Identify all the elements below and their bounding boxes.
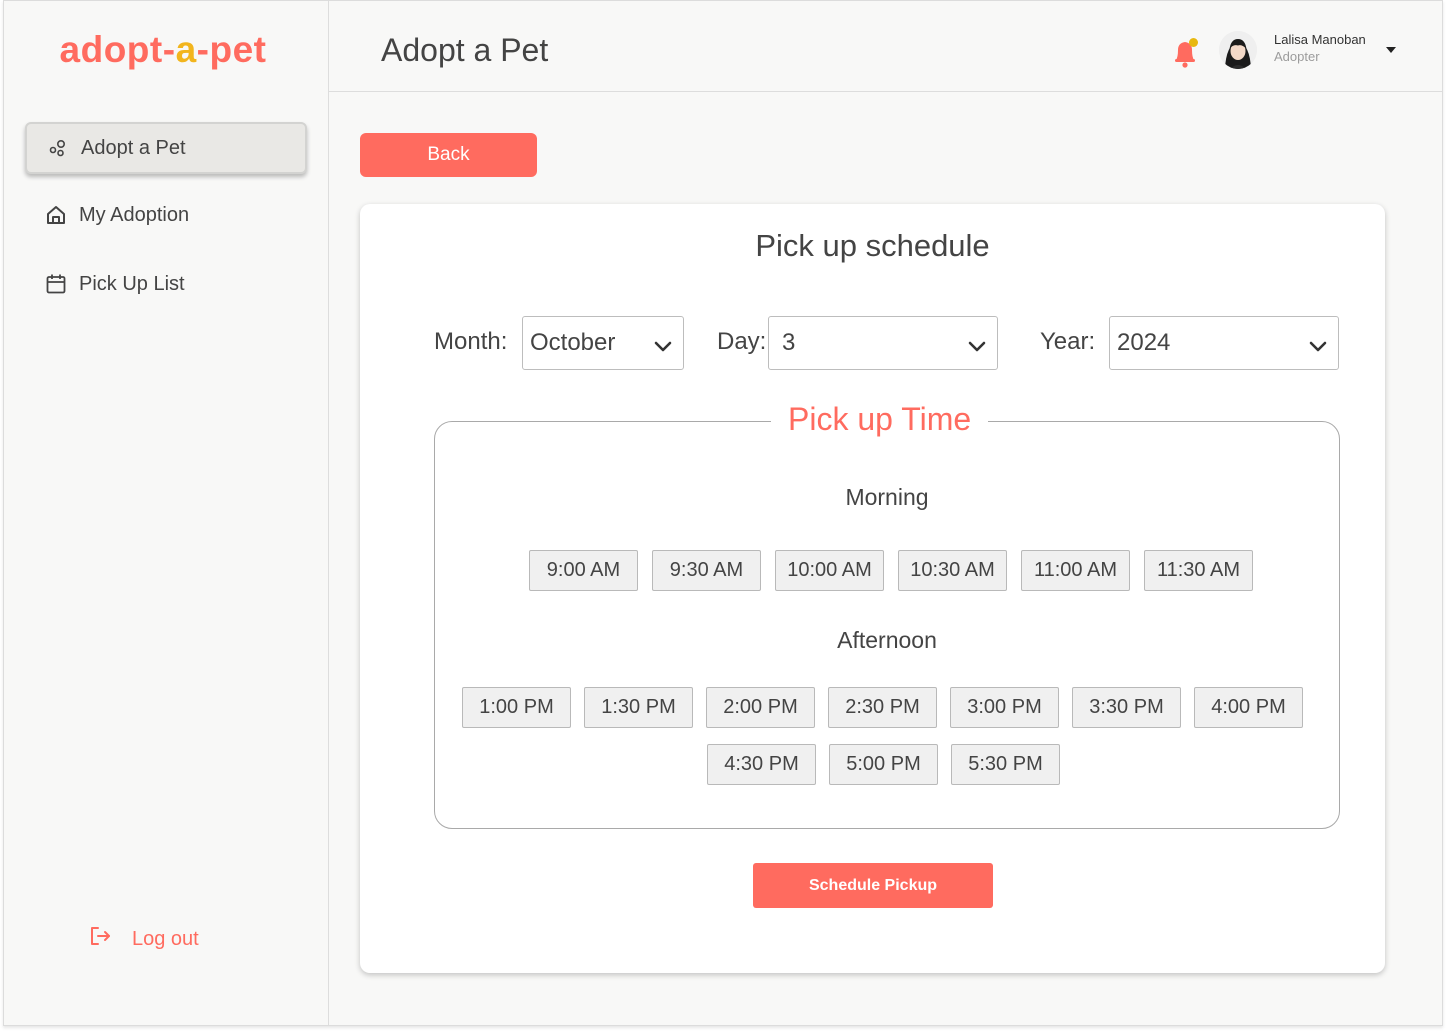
back-button[interactable]: Back bbox=[360, 133, 537, 177]
year-value: 2024 bbox=[1117, 329, 1171, 356]
calendar-icon bbox=[45, 273, 67, 295]
chevron-down-icon bbox=[1308, 335, 1328, 353]
time-slot-button[interactable]: 5:30 PM bbox=[951, 744, 1060, 785]
time-slot-button[interactable]: 3:00 PM bbox=[950, 687, 1059, 728]
pickup-schedule-card: Pick up schedule Month: October Day: 3 Y… bbox=[360, 204, 1385, 973]
time-slot-button[interactable]: 10:00 AM bbox=[775, 550, 884, 591]
logo-text-1: ado bbox=[59, 29, 127, 70]
time-slot-button[interactable]: 9:30 AM bbox=[652, 550, 761, 591]
logo-text-3: -pet bbox=[196, 29, 267, 70]
logout-button[interactable]: Log out bbox=[88, 921, 199, 957]
sidebar-item-my-adoption[interactable]: My Adoption bbox=[25, 189, 307, 241]
morning-heading: Morning bbox=[845, 484, 929, 510]
year-select[interactable]: 2024 bbox=[1109, 316, 1339, 370]
pickup-time-legend: Pick up Time bbox=[771, 401, 989, 438]
day-value: 3 bbox=[782, 329, 796, 356]
time-slot-button[interactable]: 11:00 AM bbox=[1021, 550, 1130, 591]
top-bar: Adopt a Pet Lalisa Manoban Adopter bbox=[329, 1, 1442, 92]
house-icon bbox=[45, 204, 67, 226]
user-avatar[interactable] bbox=[1219, 31, 1257, 69]
user-menu-caret-icon[interactable] bbox=[1384, 43, 1398, 57]
month-label: Month: bbox=[434, 328, 508, 355]
brand-logo[interactable]: adopt-a-pet bbox=[4, 29, 322, 71]
day-label: Day: bbox=[717, 328, 767, 355]
chevron-down-icon bbox=[653, 335, 673, 353]
time-slot-button[interactable]: 1:30 PM bbox=[584, 687, 693, 728]
chevron-down-icon bbox=[967, 335, 987, 353]
sidebar-item-label: Adopt a Pet bbox=[81, 136, 186, 159]
time-slot-button[interactable]: 10:30 AM bbox=[898, 550, 1007, 591]
page-title: Adopt a Pet bbox=[381, 32, 549, 68]
notification-bell-icon[interactable] bbox=[1169, 35, 1203, 69]
paw-icon bbox=[47, 137, 69, 159]
time-slot-button[interactable]: 2:30 PM bbox=[828, 687, 937, 728]
pickup-time-group: Pick up Time Morning 9:00 AM 9:30 AM 10:… bbox=[434, 401, 1340, 829]
time-slot-button[interactable]: 4:00 PM bbox=[1194, 687, 1303, 728]
logo-text-2: t- bbox=[149, 29, 176, 70]
time-slot-button[interactable]: 4:30 PM bbox=[707, 744, 816, 785]
schedule-pickup-button[interactable]: Schedule Pickup bbox=[753, 863, 993, 908]
day-select[interactable]: 3 bbox=[768, 316, 998, 370]
time-slot-button[interactable]: 5:00 PM bbox=[829, 744, 938, 785]
sidebar-item-pick-up-list[interactable]: Pick Up List bbox=[25, 258, 307, 310]
year-label: Year: bbox=[1040, 328, 1096, 355]
afternoon-heading: Afternoon bbox=[837, 627, 937, 653]
time-slot-button[interactable]: 3:30 PM bbox=[1072, 687, 1181, 728]
sidebar-item-label: Pick Up List bbox=[79, 272, 185, 295]
user-role: Adopter bbox=[1274, 49, 1320, 64]
logout-label: Log out bbox=[132, 927, 199, 950]
sidebar: adopt-a-pet Adopt a Pet My Adoption Pick… bbox=[4, 1, 329, 1025]
sidebar-item-label: My Adoption bbox=[79, 203, 190, 226]
user-name: Lalisa Manoban bbox=[1274, 32, 1366, 47]
month-value: October bbox=[530, 329, 616, 356]
time-slot-button[interactable]: 11:30 AM bbox=[1144, 550, 1253, 591]
logout-icon bbox=[88, 924, 112, 954]
sidebar-item-adopt-a-pet[interactable]: Adopt a Pet bbox=[25, 122, 307, 174]
time-slot-button[interactable]: 2:00 PM bbox=[706, 687, 815, 728]
card-title: Pick up schedule bbox=[755, 228, 990, 263]
logo-text-mid: a bbox=[175, 29, 197, 70]
time-slot-button[interactable]: 9:00 AM bbox=[529, 550, 638, 591]
logo-paw-letter: p bbox=[126, 29, 150, 70]
month-select[interactable]: October bbox=[522, 316, 684, 370]
app-window: adopt-a-pet Adopt a Pet My Adoption Pick… bbox=[3, 0, 1443, 1026]
time-slot-button[interactable]: 1:00 PM bbox=[462, 687, 571, 728]
